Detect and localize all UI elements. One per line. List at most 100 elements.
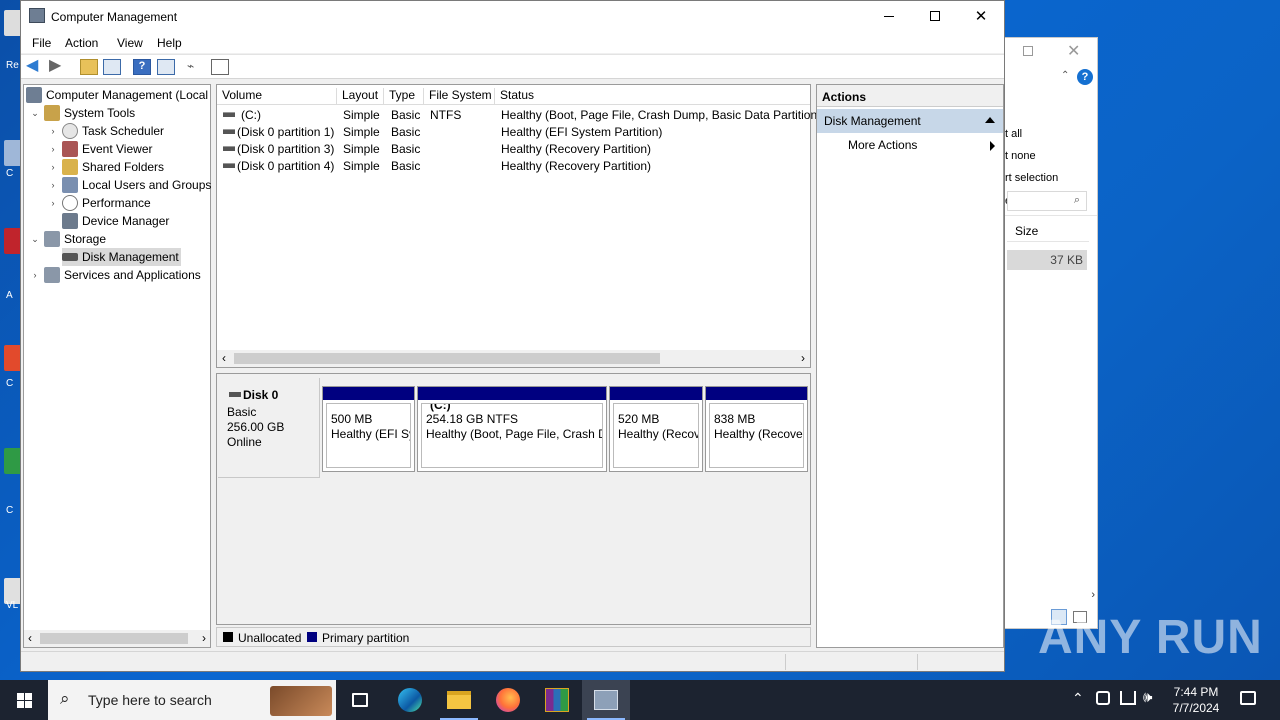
show-hidden-icons-icon[interactable]: ⌃ xyxy=(1072,690,1084,707)
actions-header: Actions xyxy=(817,85,1003,107)
network-icon[interactable] xyxy=(1120,691,1136,705)
chevron-right-icon[interactable]: › xyxy=(48,180,58,190)
chevron-right-icon[interactable]: › xyxy=(30,270,40,280)
taskbar-search-box[interactable]: ⌕ Type here to search xyxy=(48,680,336,720)
partition-c[interactable]: (C:) 254.18 GB NTFS Healthy (Boot, Page … xyxy=(417,386,607,472)
collapse-icon[interactable] xyxy=(985,117,995,123)
title-bar[interactable]: Computer Management ✕ xyxy=(21,1,1004,32)
partition-size: 500 MB xyxy=(331,412,373,426)
ribbon-expand-icon[interactable]: ⌃ xyxy=(1061,70,1069,81)
tree-node-disk-management[interactable]: Disk Management xyxy=(62,248,181,266)
partition-recovery-2[interactable]: 838 MB Healthy (Recover xyxy=(705,386,808,472)
chevron-right-icon[interactable]: › xyxy=(48,126,58,136)
disk-size: 256.00 GB xyxy=(227,420,285,434)
table-row[interactable]: (C:) Simple Basic NTFS Healthy (Boot, Pa… xyxy=(217,106,821,123)
partition-efi[interactable]: 500 MB Healthy (EFI Sy xyxy=(322,386,415,472)
tree-node-storage[interactable]: ⌄ Storage xyxy=(30,230,106,248)
meet-now-icon[interactable] xyxy=(1096,691,1110,705)
tree-label: Local Users and Groups xyxy=(82,178,212,192)
select-none-button[interactable]: t none xyxy=(1005,150,1036,162)
table-row[interactable]: (Disk 0 partition 4) Simple Basic Health… xyxy=(217,157,810,174)
up-folder-icon[interactable] xyxy=(80,59,98,75)
tree-node-event-viewer[interactable]: › Event Viewer xyxy=(48,140,152,158)
more-actions-menu[interactable]: More Actions xyxy=(848,138,917,152)
menu-view[interactable]: View xyxy=(117,36,143,50)
cell-status: Healthy (Boot, Page File, Crash Dump, Ba… xyxy=(501,108,822,122)
bg-file-row[interactable]: 37 KB xyxy=(1007,250,1087,270)
volume-icon xyxy=(223,146,235,151)
tree-horizontal-scrollbar[interactable]: ‹ › xyxy=(24,630,210,647)
menu-action[interactable]: Action xyxy=(65,36,98,50)
taskbar-edge[interactable] xyxy=(386,680,434,720)
tree-label: Task Scheduler xyxy=(82,124,165,138)
minimize-button[interactable] xyxy=(866,1,912,31)
tree-node-task-scheduler[interactable]: › Task Scheduler xyxy=(48,122,164,140)
close-icon[interactable]: ✕ xyxy=(1067,41,1080,61)
taskbar-firefox[interactable] xyxy=(484,680,532,720)
properties-icon[interactable] xyxy=(157,59,175,75)
scroll-left-icon[interactable]: ‹ xyxy=(28,631,32,645)
close-button[interactable]: ✕ xyxy=(958,1,1004,31)
partition-recovery-1[interactable]: 520 MB Healthy (Recov xyxy=(609,386,703,472)
disk-label[interactable]: Disk 0 Basic 256.00 GB Online xyxy=(218,378,320,478)
chevron-right-icon[interactable]: › xyxy=(48,198,58,208)
chevron-right-icon[interactable]: › xyxy=(48,162,58,172)
clock[interactable]: 7:44 PM 7/7/2024 xyxy=(1166,684,1226,716)
column-header-volume[interactable]: Volume xyxy=(217,88,337,105)
scroll-thumb[interactable] xyxy=(40,633,188,644)
status-divider xyxy=(785,654,786,670)
table-row[interactable]: (Disk 0 partition 3) Simple Basic Health… xyxy=(217,140,810,157)
submenu-arrow-icon[interactable] xyxy=(990,141,995,151)
size-column-header[interactable]: Size xyxy=(1015,224,1038,238)
column-header-file-system[interactable]: File System xyxy=(424,88,495,105)
list-view-icon[interactable] xyxy=(211,59,229,75)
column-header-status[interactable]: Status xyxy=(495,88,810,105)
tree-node-shared-folders[interactable]: › Shared Folders xyxy=(48,158,164,176)
cell-volume: (C:) xyxy=(241,108,261,122)
task-view-button[interactable] xyxy=(336,680,384,720)
background-explorer-window[interactable]: ✕ ⌃ ? t all t none rt selection elect ⌕ … xyxy=(1004,37,1098,629)
chevron-right-icon[interactable]: › xyxy=(48,144,58,154)
taskbar-computer-management[interactable] xyxy=(582,680,630,720)
bg-hscroll[interactable]: › xyxy=(1005,589,1097,605)
taskbar-file-explorer[interactable] xyxy=(435,680,483,720)
show-hide-tree-icon[interactable] xyxy=(103,59,121,75)
forward-arrow-icon[interactable]: ▶ xyxy=(49,58,67,75)
back-arrow-icon[interactable]: ◀ xyxy=(26,58,44,75)
invert-selection-button[interactable]: rt selection xyxy=(1005,172,1058,184)
scroll-left-icon[interactable]: ‹ xyxy=(222,351,226,365)
tree-node-system-tools[interactable]: ⌄ System Tools xyxy=(30,104,135,122)
menu-file[interactable]: File xyxy=(32,36,51,50)
notification-icon[interactable] xyxy=(1240,691,1256,705)
scroll-right-icon[interactable]: › xyxy=(801,351,805,365)
start-button[interactable] xyxy=(0,680,48,720)
scroll-right-icon[interactable]: › xyxy=(202,631,206,645)
chevron-down-icon[interactable]: ⌄ xyxy=(30,234,40,245)
help-icon[interactable]: ? xyxy=(1077,69,1093,85)
select-all-button[interactable]: t all xyxy=(1005,128,1022,140)
taskbar: ⌕ Type here to search ⌃ 🕪 7:44 PM 7/7/20… xyxy=(0,680,1280,720)
tree-node-device-manager[interactable]: Device Manager xyxy=(62,212,169,230)
taskbar-winrar[interactable] xyxy=(533,680,581,720)
tree-node-local-users[interactable]: › Local Users and Groups xyxy=(48,176,211,194)
menu-help[interactable]: Help xyxy=(157,36,182,50)
scroll-right-icon[interactable]: › xyxy=(1091,589,1095,601)
scroll-thumb[interactable] xyxy=(234,353,660,364)
actions-section-disk-management[interactable]: Disk Management xyxy=(817,109,1003,133)
tree-node-services[interactable]: › Services and Applications xyxy=(30,266,201,284)
volume-icon[interactable]: 🕪 xyxy=(1143,689,1152,706)
column-header-type[interactable]: Type xyxy=(384,88,424,105)
section-label: Disk Management xyxy=(824,114,921,128)
help-icon[interactable]: ? xyxy=(133,59,151,75)
chevron-down-icon[interactable]: ⌄ xyxy=(30,108,40,119)
connect-icon[interactable]: ⌁ xyxy=(187,59,205,75)
volume-horizontal-scrollbar[interactable]: ‹ › xyxy=(217,350,810,367)
tree-node-performance[interactable]: › Performance xyxy=(48,194,151,212)
maximize-button[interactable] xyxy=(912,1,958,31)
maximize-icon[interactable] xyxy=(1023,46,1033,56)
column-header-layout[interactable]: Layout xyxy=(337,88,384,105)
bg-search-box[interactable]: ⌕ xyxy=(1007,191,1087,211)
table-row[interactable]: (Disk 0 partition 1) Simple Basic Health… xyxy=(217,123,810,140)
cell-layout: Simple xyxy=(343,125,380,139)
tree-node-root[interactable]: Computer Management (Local xyxy=(26,86,208,104)
